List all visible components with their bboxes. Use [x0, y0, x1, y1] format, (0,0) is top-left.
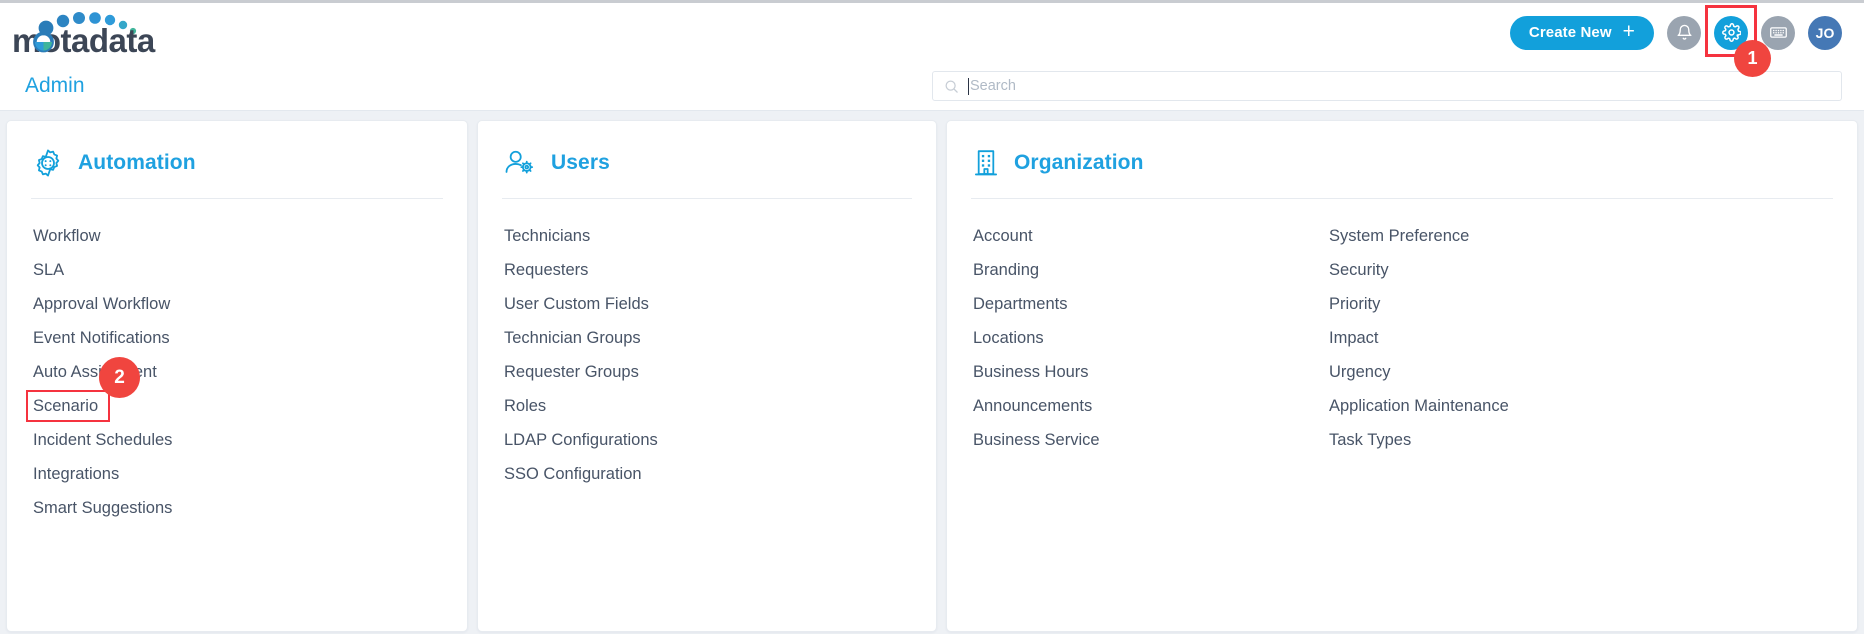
automation-gear-icon — [33, 148, 63, 178]
list-item-branding[interactable]: Branding — [971, 253, 1327, 287]
automation-item-list: Workflow SLA Approval Workflow Event Not… — [31, 199, 443, 525]
list-item-ldap-configurations[interactable]: LDAP Configurations — [502, 423, 912, 457]
gear-icon — [1722, 23, 1741, 42]
plus-icon: + — [1623, 21, 1635, 42]
list-item-application-maintenance[interactable]: Application Maintenance — [1327, 389, 1509, 423]
create-new-button[interactable]: Create New + — [1510, 16, 1654, 50]
scenario-slot: Scenario 2 — [31, 389, 98, 423]
list-item-departments[interactable]: Departments — [971, 287, 1327, 321]
annotation-badge-2: 2 — [99, 357, 140, 398]
keyboard-shortcuts-button[interactable] — [1761, 16, 1795, 50]
list-item-auto-assignment[interactable]: Auto Assignment — [31, 355, 443, 389]
user-gear-icon — [504, 148, 536, 178]
list-item-account[interactable]: Account — [971, 219, 1327, 253]
avatar-initials: JO — [1816, 25, 1835, 41]
list-item-requester-groups[interactable]: Requester Groups — [502, 355, 912, 389]
list-item-user-custom-fields[interactable]: User Custom Fields — [502, 287, 912, 321]
card-users: Users Technicians Requesters User Custom… — [477, 120, 937, 632]
card-organization-title: Organization — [1014, 151, 1144, 175]
create-new-label: Create New — [1529, 24, 1612, 41]
card-users-header: Users — [502, 139, 912, 186]
admin-cards-container: Automation Workflow SLA Approval Workflo… — [0, 111, 1864, 632]
card-automation-title: Automation — [78, 151, 196, 175]
list-item-scenario[interactable]: Scenario — [31, 389, 98, 423]
keyboard-icon — [1769, 23, 1788, 42]
annotation-badge-1: 1 — [1734, 40, 1771, 77]
card-organization: Organization Account Branding Department… — [946, 120, 1858, 632]
list-item-roles[interactable]: Roles — [502, 389, 912, 423]
list-item-workflow[interactable]: Workflow — [31, 219, 443, 253]
list-item-technicians[interactable]: Technicians — [502, 219, 912, 253]
motadata-logo[interactable]: motadata — [10, 9, 162, 57]
card-organization-header: Organization — [971, 139, 1833, 186]
list-item-task-types[interactable]: Task Types — [1327, 423, 1509, 457]
bell-icon — [1676, 24, 1693, 41]
search-input[interactable]: Search — [932, 71, 1842, 101]
list-item-sla[interactable]: SLA — [31, 253, 443, 287]
list-item-technician-groups[interactable]: Technician Groups — [502, 321, 912, 355]
list-item-announcements[interactable]: Announcements — [971, 389, 1327, 423]
card-automation-header: Automation — [31, 139, 443, 186]
page-title: Admin — [25, 74, 85, 98]
organization-column-1: Account Branding Departments Locations B… — [971, 219, 1327, 457]
top-navigation-bar: motadata Create New + — [0, 0, 1864, 62]
list-item-requesters[interactable]: Requesters — [502, 253, 912, 287]
settings-slot: 1 — [1714, 16, 1748, 50]
list-item-sso-configuration[interactable]: SSO Configuration — [502, 457, 912, 491]
list-item-business-hours[interactable]: Business Hours — [971, 355, 1327, 389]
user-avatar[interactable]: JO — [1808, 16, 1842, 50]
list-item-event-notifications[interactable]: Event Notifications — [31, 321, 443, 355]
search-placeholder: Search — [970, 78, 1016, 94]
organization-column-2: System Preference Security Priority Impa… — [1327, 219, 1509, 457]
card-automation: Automation Workflow SLA Approval Workflo… — [6, 120, 468, 632]
list-item-system-preference[interactable]: System Preference — [1327, 219, 1509, 253]
list-item-integrations[interactable]: Integrations — [31, 457, 443, 491]
list-item-locations[interactable]: Locations — [971, 321, 1327, 355]
list-item-priority[interactable]: Priority — [1327, 287, 1509, 321]
topbar-actions: Create New + 1 — [1510, 16, 1842, 50]
search-icon — [944, 79, 959, 94]
list-item-impact[interactable]: Impact — [1327, 321, 1509, 355]
notifications-button[interactable] — [1667, 16, 1701, 50]
list-item-business-service[interactable]: Business Service — [971, 423, 1327, 457]
organization-item-columns: Account Branding Departments Locations B… — [971, 199, 1833, 457]
card-users-title: Users — [551, 151, 610, 175]
text-cursor — [968, 78, 969, 95]
page-header: Admin Search — [0, 62, 1864, 111]
building-icon — [973, 148, 999, 178]
users-item-list: Technicians Requesters User Custom Field… — [502, 199, 912, 491]
list-item-security[interactable]: Security — [1327, 253, 1509, 287]
list-item-smart-suggestions[interactable]: Smart Suggestions — [31, 491, 443, 525]
list-item-approval-workflow[interactable]: Approval Workflow — [31, 287, 443, 321]
list-item-incident-schedules[interactable]: Incident Schedules — [31, 423, 443, 457]
list-item-urgency[interactable]: Urgency — [1327, 355, 1509, 389]
